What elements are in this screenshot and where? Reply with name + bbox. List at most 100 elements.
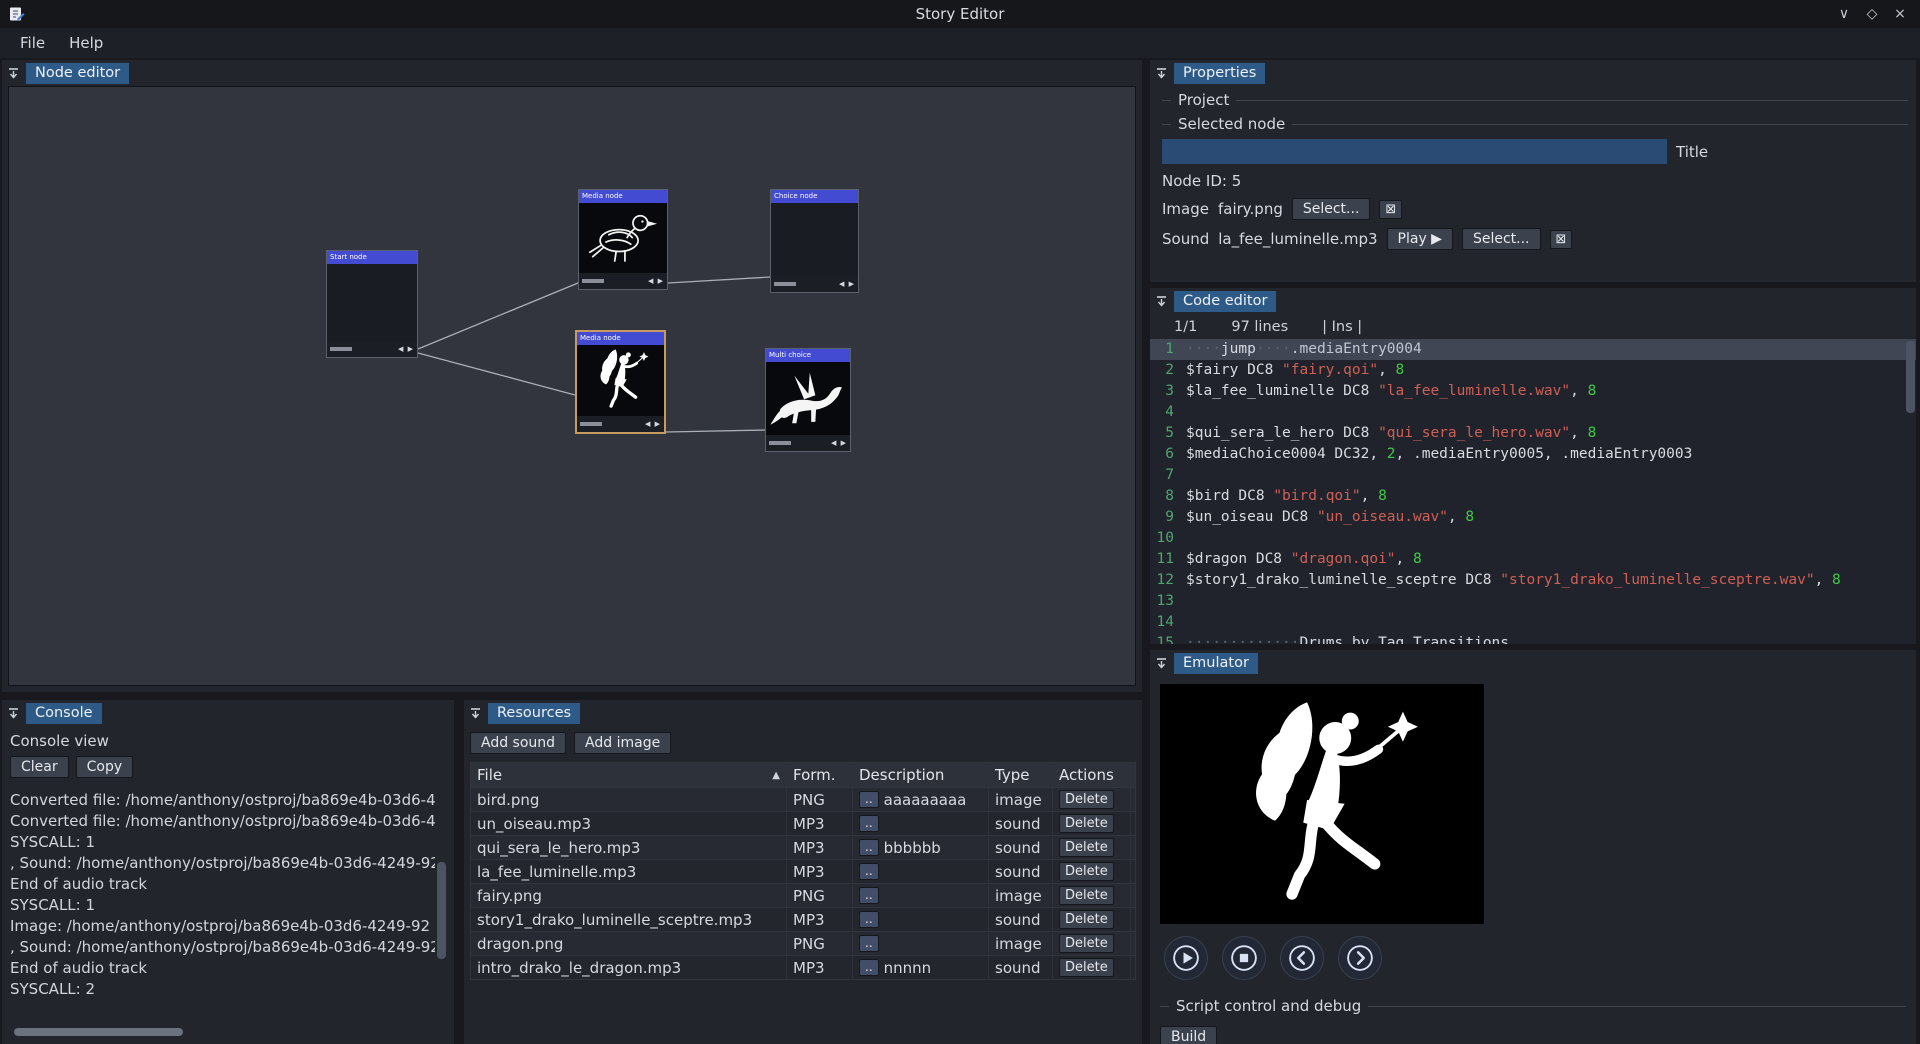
dock-float-icon[interactable] [7,67,20,80]
graph-node[interactable]: Multi choice◀ ▶ [765,348,851,452]
column-header-form[interactable]: Form. [787,763,853,787]
build-button[interactable]: Build [1160,1026,1217,1044]
menu-item-help[interactable]: Help [57,31,115,55]
minimize-button[interactable]: ∨ [1832,3,1856,25]
step-forward-button[interactable] [1338,936,1382,980]
delete-button[interactable]: Delete [1059,862,1114,881]
node-spinner-arrows[interactable]: ◀ ▶ [839,280,855,288]
type-cell: image [989,788,1053,811]
code-line[interactable]: 6$mediaChoice0004 DC32, 2, .mediaEntry00… [1150,444,1916,465]
delete-button[interactable]: Delete [1059,886,1114,905]
graph-node[interactable]: Media node◀ ▶ [578,189,668,290]
table-row[interactable]: dragon.pngPNG..imageDelete [471,931,1135,955]
node-controls[interactable]: ◀ ▶ [327,341,417,357]
delete-button[interactable]: Delete [1059,910,1114,929]
node-spinner-arrows[interactable]: ◀ ▶ [398,345,414,353]
delete-button[interactable]: Delete [1059,958,1114,977]
code-line[interactable]: 2$fairy DC8 "fairy.qoi", 8 [1150,360,1916,381]
add-sound-button[interactable]: Add sound [470,732,566,754]
code-line[interactable]: 12$story1_drako_luminelle_sceptre DC8 "s… [1150,570,1916,591]
type-cell: image [989,884,1053,907]
edit-description-button[interactable]: .. [859,863,879,880]
add-image-button[interactable]: Add image [574,732,671,754]
console-hscrollbar[interactable] [10,1028,432,1036]
node-title: Start node [327,251,417,264]
code-line[interactable]: 5$qui_sera_le_hero DC8 "qui_sera_le_hero… [1150,423,1916,444]
node-spinner-arrows[interactable]: ◀ ▶ [648,277,664,285]
console-line: End of audio track [10,958,435,979]
console-vscrollbar[interactable] [437,790,446,1022]
node-controls[interactable]: ◀ ▶ [577,416,664,432]
code-line[interactable]: 1····jump····.mediaEntry0004 [1150,339,1916,360]
edit-description-button[interactable]: .. [859,887,879,904]
step-back-button[interactable] [1280,936,1324,980]
code-line[interactable]: 15·············Drums by Tag Transitions [1150,633,1916,644]
code-line[interactable]: 10 [1150,528,1916,549]
edit-description-button[interactable]: .. [859,839,879,856]
console-log[interactable]: Converted file: /home/anthony/ostproj/ba… [10,790,446,1038]
image-select-button[interactable]: Select... [1292,198,1371,220]
delete-button[interactable]: Delete [1059,790,1114,809]
node-canvas[interactable]: Start node◀ ▶Media node◀ ▶Choice node◀ ▶… [8,86,1136,686]
column-header-type[interactable]: Type [989,763,1053,787]
table-row[interactable]: qui_sera_le_hero.mp3MP3..bbbbbbsoundDele… [471,835,1135,859]
code-line[interactable]: 3$la_fee_luminelle DC8 "la_fee_luminelle… [1150,381,1916,402]
column-header-description[interactable]: Description [853,763,989,787]
title-input[interactable] [1162,139,1667,164]
play-button[interactable] [1164,936,1208,980]
code-scrollbar[interactable] [1906,339,1915,642]
code-token: , .mediaEntry0005, .mediaEntry0003 [1396,444,1693,465]
edit-description-button[interactable]: .. [859,911,879,928]
code-line[interactable]: 13 [1150,591,1916,612]
image-clear-button[interactable]: ⊠ [1379,200,1402,219]
code-line[interactable]: 7 [1150,465,1916,486]
code-line[interactable]: 14 [1150,612,1916,633]
edit-description-button[interactable]: .. [859,815,879,832]
sound-play-button[interactable]: Play ▶ [1387,228,1453,250]
fairy-image [1186,691,1458,917]
edit-description-button[interactable]: .. [859,791,879,808]
table-row[interactable]: intro_drako_le_dragon.mp3MP3..nnnnnsound… [471,955,1135,979]
table-row[interactable]: bird.pngPNG..aaaaaaaaaimageDelete [471,787,1135,811]
dock-float-icon[interactable] [1155,657,1168,670]
copy-button[interactable]: Copy [76,756,134,778]
table-row[interactable]: la_fee_luminelle.mp3MP3..soundDelete [471,859,1135,883]
code-area[interactable]: 1····jump····.mediaEntry00042$fairy DC8 … [1150,339,1916,644]
column-header-actions[interactable]: Actions [1053,763,1131,787]
maximize-button[interactable]: ◇ [1860,3,1884,25]
column-header-file[interactable]: File▲ [471,763,787,787]
table-row[interactable]: fairy.pngPNG..imageDelete [471,883,1135,907]
table-row[interactable]: story1_drako_luminelle_sceptre.mp3MP3..s… [471,907,1135,931]
dock-float-icon[interactable] [1155,295,1168,308]
menu-item-file[interactable]: File [8,31,57,55]
dock-float-icon[interactable] [1155,67,1168,80]
delete-button[interactable]: Delete [1059,934,1114,953]
node-spinner-arrows[interactable]: ◀ ▶ [645,420,661,428]
graph-node[interactable]: Media node◀ ▶ [575,330,666,434]
dock-float-icon[interactable] [469,707,482,720]
sound-clear-button[interactable]: ⊠ [1550,230,1573,249]
dock-float-icon[interactable] [7,707,20,720]
clear-button[interactable]: Clear [10,756,69,778]
actions-cell: Delete [1053,812,1131,835]
type-cell: sound [989,836,1053,859]
node-controls[interactable]: ◀ ▶ [579,273,667,289]
code-line[interactable]: 4 [1150,402,1916,423]
table-row[interactable]: un_oiseau.mp3MP3..soundDelete [471,811,1135,835]
filler-cell [1131,812,1142,835]
node-spinner-arrows[interactable]: ◀ ▶ [831,439,847,447]
code-line[interactable]: 8$bird DC8 "bird.qoi", 8 [1150,486,1916,507]
sound-select-button[interactable]: Select... [1462,228,1541,250]
node-controls[interactable]: ◀ ▶ [766,435,850,451]
delete-button[interactable]: Delete [1059,838,1114,857]
graph-node[interactable]: Choice node◀ ▶ [770,189,859,293]
edit-description-button[interactable]: .. [859,959,879,976]
graph-node[interactable]: Start node ◀ ▶ [326,250,418,358]
code-line[interactable]: 11$dragon DC8 "dragon.qoi", 8 [1150,549,1916,570]
stop-button[interactable] [1222,936,1266,980]
code-line[interactable]: 9$un_oiseau DC8 "un_oiseau.wav", 8 [1150,507,1916,528]
node-controls[interactable]: ◀ ▶ [771,276,858,292]
delete-button[interactable]: Delete [1059,814,1114,833]
edit-description-button[interactable]: .. [859,935,879,952]
close-button[interactable]: × [1888,3,1912,25]
